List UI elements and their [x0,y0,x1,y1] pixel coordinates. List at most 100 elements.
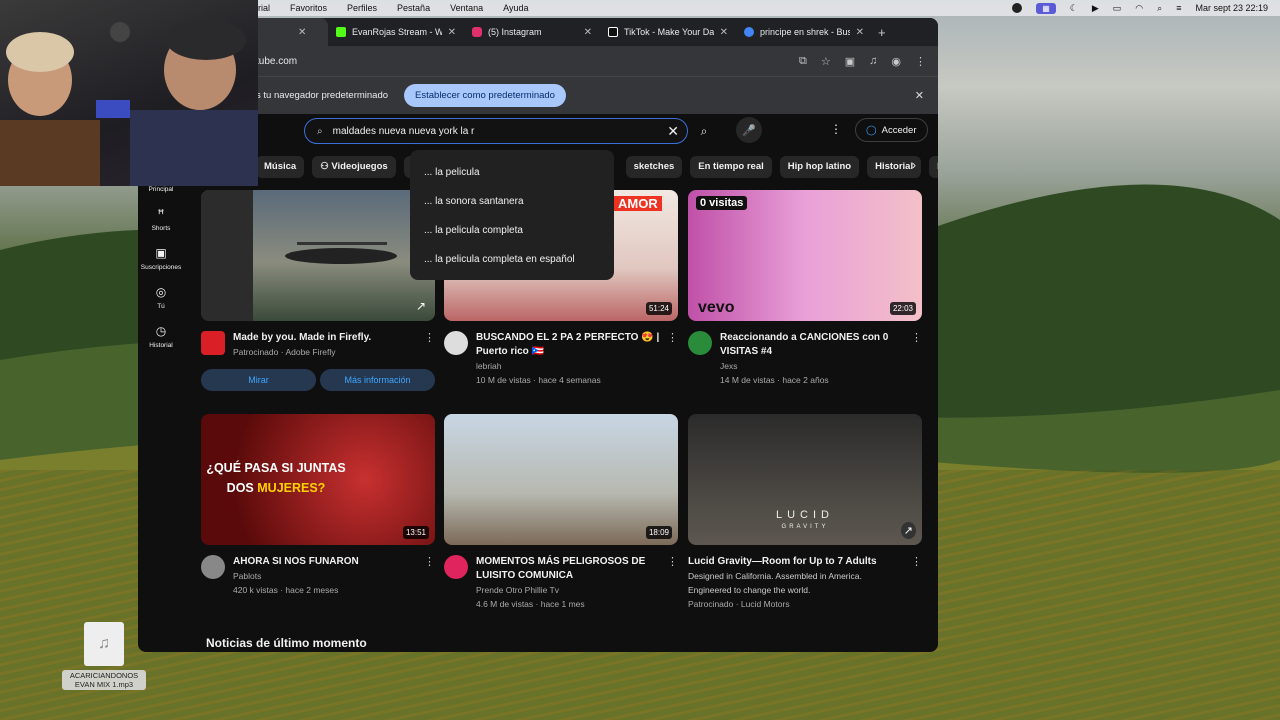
moon-icon[interactable]: ☾ [1070,3,1078,14]
browser-window: ✕ EvanRojas Stream - Wa ✕ (5) Instagram … [138,18,938,652]
menu-item-ventana[interactable]: Ventana [450,3,483,13]
guide-item-historial[interactable]: ◷ Historial [138,324,184,349]
menu-item-perfiles[interactable]: Perfiles [347,3,377,13]
clear-icon[interactable]: ✕ [667,123,679,140]
more-options-icon[interactable]: ⋮ [424,555,435,597]
video-title[interactable]: BUSCANDO EL 2 PA 2 PERFECTO 😍 | Puerto r… [476,331,663,359]
channel-avatar[interactable] [688,331,712,355]
more-options-icon[interactable]: ⋮ [911,555,922,611]
clock[interactable]: Mar sept 23 22:19 [1195,3,1268,13]
menu-item[interactable]: rial [258,3,270,13]
kebab-menu-icon[interactable]: ⋮ [915,55,926,68]
mini-guide: Principal ꟸ Shorts ▣ Suscripciones ◎ Tú … [138,178,184,408]
set-default-button[interactable]: Establecer como predeterminado [404,84,566,107]
media-icon[interactable]: ♫ [869,55,877,68]
suggestion-item[interactable]: ... la pelicula completa [410,216,614,245]
cast-icon[interactable]: ▣ [845,55,855,68]
adobe-avatar[interactable] [201,331,225,355]
more-options-icon[interactable]: ⋮ [667,331,678,387]
watch-button[interactable]: Mirar [201,369,316,391]
desktop-file[interactable]: ♫ ACARICIANDONOS EVAN MIX 1.mp3 [62,622,146,690]
settings-kebab-icon[interactable]: ⋮ [830,122,842,136]
chevron-right-icon[interactable]: › [912,158,916,172]
suggestion-item[interactable]: ... la pelicula [410,158,614,187]
control-center-icon[interactable]: ▦ [1036,2,1056,14]
close-icon[interactable]: ✕ [856,27,864,38]
more-options-icon[interactable]: ⋮ [911,331,922,387]
close-icon[interactable]: ✕ [915,89,924,102]
battery-icon[interactable]: ▭ [1113,3,1122,14]
video-title[interactable]: Lucid Gravity—Room for Up to 7 Adults [688,555,907,569]
channel-name[interactable]: Jexs [720,359,907,373]
chip-musica[interactable]: Música [256,156,305,178]
tiktok-icon [608,27,618,37]
tab-google-search[interactable]: principe en shrek - Bus ✕ [736,18,872,46]
chip-sketches[interactable]: sketches [625,156,683,178]
suggestion-item[interactable]: ... la sonora santanera [410,187,614,216]
video-card[interactable]: ¿QUÉ PASA SI JUNTAS DOS MUJERES? 13:51 A… [201,414,435,597]
bookmark-star-icon[interactable]: ☆ [821,55,831,68]
chip-videojuegos[interactable]: ⚇ Videojuegos [312,156,396,178]
external-link-icon[interactable]: ↗ [413,297,429,315]
control-toggle-icon[interactable]: ≡ [1176,3,1181,13]
channel-name[interactable]: lebriah [476,359,663,373]
mic-icon[interactable]: 🎤 [736,117,762,143]
chip-hip-hop-latino[interactable]: Hip hop latino [779,156,860,178]
install-icon[interactable]: ⧉ [799,55,807,68]
video-card[interactable]: 18:09 MOMENTOS MÁS PELIGROSOS DE LUISITO… [444,414,678,611]
video-stats: 10 M de vistas · hace 4 semanas [476,375,601,385]
more-options-icon[interactable]: ⋮ [667,555,678,611]
guide-item-suscripciones[interactable]: ▣ Suscripciones [138,246,184,271]
section-title: Noticias de último momento [206,636,367,650]
external-link-icon[interactable]: ↗ [900,522,916,539]
guide-item-shorts[interactable]: ꟸ Shorts [138,207,184,232]
chip-en-tiempo-real[interactable]: En tiempo real [690,156,772,178]
video-title[interactable]: Made by you. Made in Firefly. [233,331,420,345]
url-text[interactable]: tube.com [256,56,297,67]
close-icon[interactable]: ✕ [298,27,306,38]
video-card-ad[interactable]: ↗ Made by you. Made in Firefly. Patrocin… [201,190,435,391]
tab-tiktok[interactable]: TikTok - Make Your Day ✕ [600,18,736,46]
search-icon[interactable]: ⌕ [1157,3,1162,14]
channel-name[interactable]: Prende Otro Phillie Tv [476,583,663,597]
play-icon[interactable]: ▶ [1092,3,1099,14]
address-bar[interactable]: tube.com ⧉ ☆ ▣ ♫ ◉ ⋮ [138,46,938,76]
search-box[interactable]: ⌕ maldades nueva nueva york la r ✕ [304,118,688,144]
channel-avatar[interactable] [444,331,468,355]
channel-avatar[interactable] [201,555,225,579]
menu-item-ayuda[interactable]: Ayuda [503,3,528,13]
record-icon[interactable] [1012,3,1023,13]
video-thumbnail[interactable]: 0 visitas vevo 22:03 [688,190,922,321]
video-duration: 51:24 [645,302,672,315]
channel-name[interactable]: Pablots [233,569,420,583]
search-input[interactable]: maldades nueva nueva york la r [333,126,475,137]
close-icon[interactable]: ✕ [584,27,592,38]
video-thumbnail[interactable]: LUCID GRAVITY ↗ [688,414,922,545]
search-button[interactable]: ⌕ [690,118,718,144]
new-tab-button[interactable]: + [878,25,886,40]
more-options-icon[interactable]: ⋮ [424,331,435,359]
video-title[interactable]: AHORA SI NOS FUNARON [233,555,420,569]
wifi-icon[interactable]: ◠ [1135,3,1143,14]
guide-item-tu[interactable]: ◎ Tú [138,285,184,310]
menu-item-favoritos[interactable]: Favoritos [290,3,327,13]
tab-instagram[interactable]: (5) Instagram ✕ [464,18,600,46]
tab-evanrojas[interactable]: EvanRojas Stream - Wa ✕ [328,18,464,46]
video-title[interactable]: Reaccionando a CANCIONES con 0 VISITAS #… [720,331,907,359]
menu-item-pestana[interactable]: Pestaña [397,3,430,13]
close-icon[interactable]: ✕ [448,27,456,38]
close-icon[interactable]: ✕ [720,27,728,38]
signin-button[interactable]: ◯ Acceder [855,118,928,142]
profile-icon[interactable]: ◉ [891,55,901,68]
more-info-button[interactable]: Más información [320,369,435,391]
suggestion-item[interactable]: ... la pelicula completa en español [410,245,614,274]
channel-avatar[interactable] [444,555,468,579]
video-thumbnail[interactable]: 18:09 [444,414,678,545]
video-card[interactable]: 0 visitas vevo 22:03 Reaccionando a CANC… [688,190,922,387]
chip-f[interactable]: F [929,156,938,178]
thumb-caption: ¿QUÉ PASA SI JUNTAS DOS MUJERES? [206,461,346,495]
video-card-ad[interactable]: LUCID GRAVITY ↗ Lucid Gravity—Room for U… [688,414,922,611]
video-thumbnail[interactable]: ¿QUÉ PASA SI JUNTAS DOS MUJERES? 13:51 [201,414,435,545]
video-title[interactable]: MOMENTOS MÁS PELIGROSOS DE LUISITO COMUN… [476,555,663,583]
video-thumbnail[interactable]: ↗ [201,190,435,321]
